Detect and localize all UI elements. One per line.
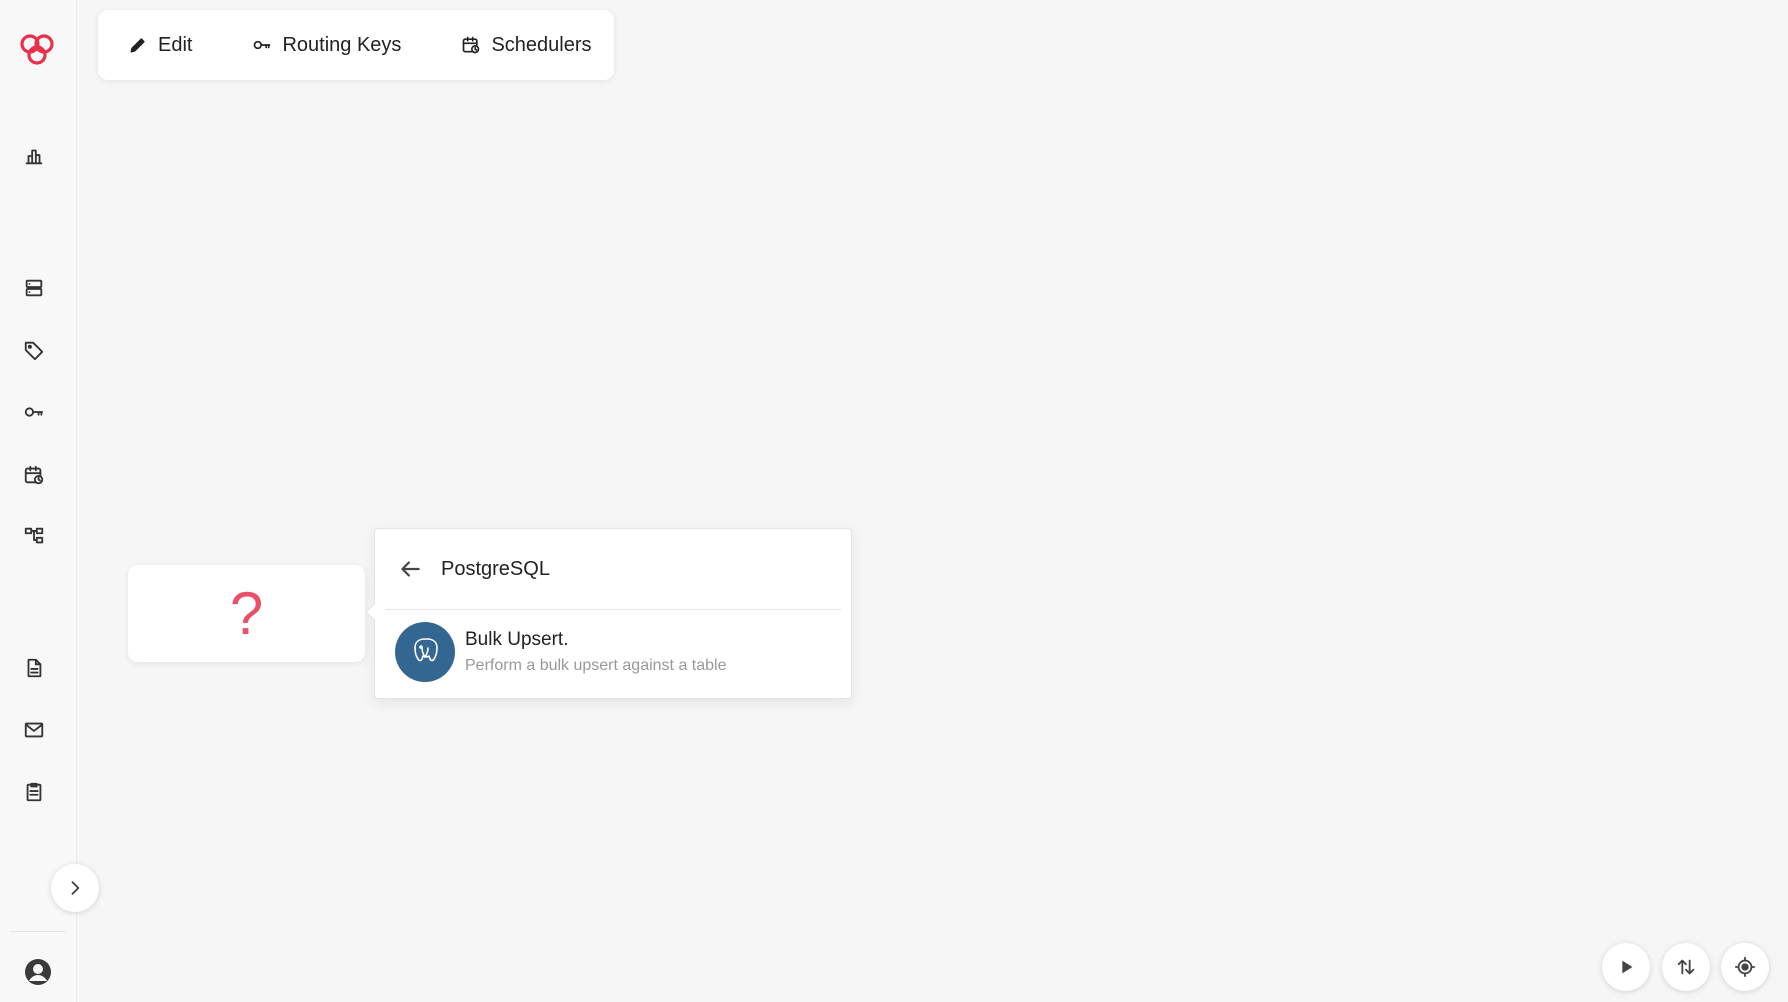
popover-title: PostgreSQL: [441, 557, 550, 580]
workflow-icon[interactable]: [20, 522, 48, 550]
tag-icon[interactable]: [20, 336, 48, 364]
action-item-description: Perform a bulk upsert against a table: [465, 657, 727, 674]
integration-picker-popover: PostgreSQL Bulk Upsert. Perform a bulk u…: [365, 528, 852, 699]
analytics-icon[interactable]: [20, 142, 48, 170]
schedulers-button[interactable]: Schedulers: [461, 33, 592, 57]
expand-sidebar-button[interactable]: [51, 864, 99, 912]
clipboard-icon[interactable]: [20, 778, 48, 806]
sidebar-divider: [10, 931, 66, 932]
action-item-title: Bulk Upsert.: [465, 629, 569, 650]
schedulers-label: Schedulers: [491, 33, 592, 56]
popover-divider: [385, 609, 841, 610]
sort-direction-button[interactable]: [1662, 943, 1710, 991]
back-arrow-icon[interactable]: [397, 556, 423, 582]
document-icon[interactable]: [20, 654, 48, 682]
key-icon: [254, 40, 271, 50]
play-icon: [1622, 960, 1633, 974]
action-item-bulk-upsert[interactable]: Bulk Upsert. Perform a bulk upsert again…: [395, 619, 841, 685]
recenter-button[interactable]: [1721, 943, 1769, 991]
edit-label: Edit: [158, 33, 193, 56]
routing-keys-button[interactable]: Routing Keys: [252, 34, 401, 57]
user-avatar-icon[interactable]: [23, 957, 53, 987]
popover-header: PostgreSQL: [375, 529, 851, 609]
locate-icon: [1734, 956, 1756, 978]
app-logo-icon[interactable]: [16, 30, 58, 70]
sidebar: [0, 0, 77, 1002]
postgresql-icon: [395, 622, 455, 682]
storage-icon[interactable]: [20, 274, 48, 302]
key-icon[interactable]: [20, 398, 48, 426]
swap-vertical-icon: [1677, 959, 1695, 975]
flow-toolbar: Edit Routing Keys Schedulers: [98, 10, 614, 80]
mail-icon[interactable]: [20, 716, 48, 744]
unknown-step-node[interactable]: ?: [128, 565, 365, 662]
pencil-icon: [130, 38, 145, 53]
edit-button[interactable]: Edit: [128, 34, 192, 57]
chevron-right-icon: [71, 881, 80, 895]
routing-keys-label: Routing Keys: [282, 33, 402, 56]
scheduler-icon[interactable]: [20, 461, 48, 489]
run-button[interactable]: [1602, 943, 1650, 991]
question-mark-icon: ?: [229, 579, 264, 647]
scheduler-icon: [463, 36, 480, 54]
